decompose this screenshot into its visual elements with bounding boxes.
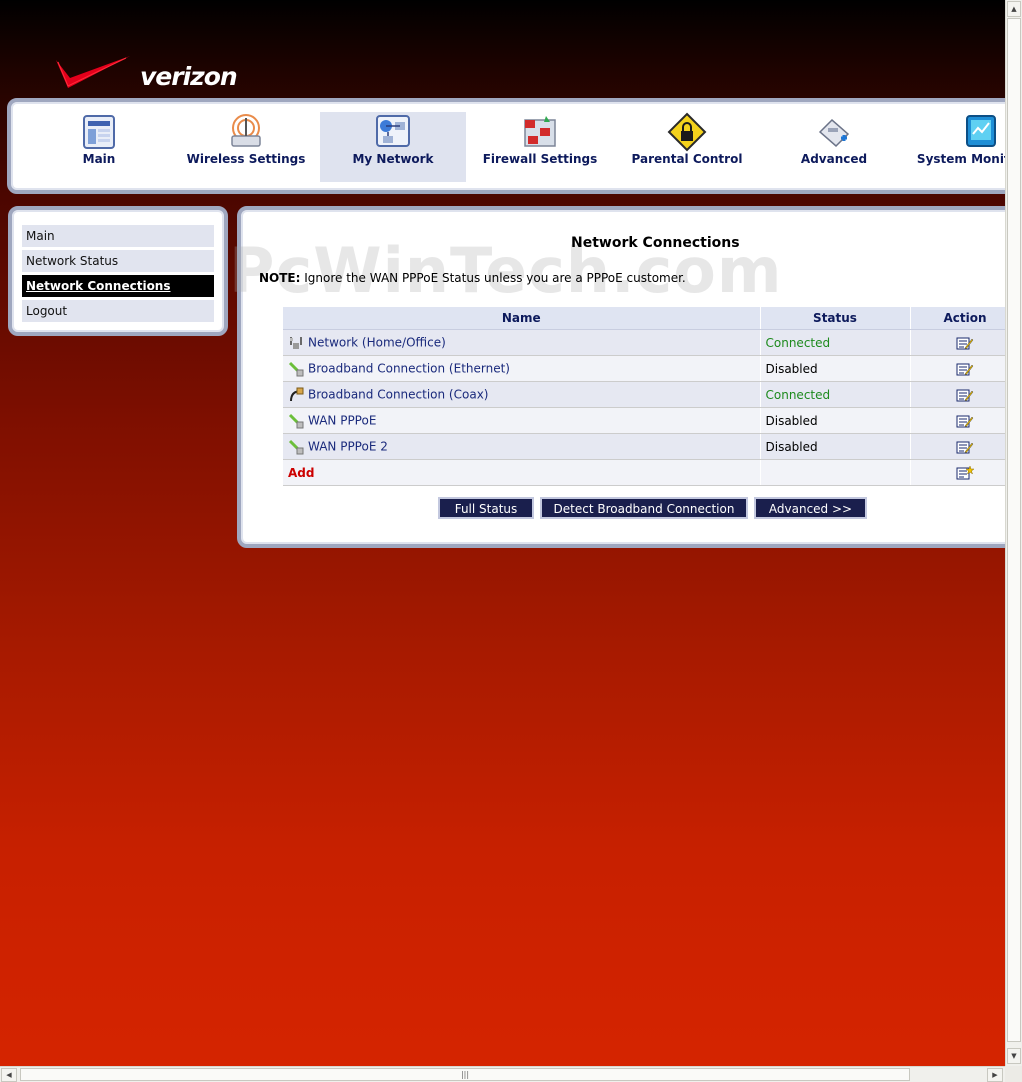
nav-firewall-settings[interactable]: Firewall Settings — [467, 112, 613, 182]
horizontal-scroll-thumb[interactable]: ||| — [20, 1068, 910, 1081]
sidebar-item-network-connections[interactable]: Network Connections — [22, 275, 214, 297]
connection-name-cell: WAN PPPoE — [283, 407, 761, 434]
sidebar-item-network-status[interactable]: Network Status — [22, 250, 214, 272]
connection-name-cell: Network (Home/Office) — [283, 329, 761, 356]
edit-icon[interactable] — [956, 361, 974, 377]
page-title: Network Connections — [571, 235, 740, 251]
detect-broadband-button[interactable]: Detect Broadband Connection — [540, 497, 748, 519]
connection-name-cell: Broadband Connection (Ethernet) — [283, 355, 761, 382]
nav-parental-control[interactable]: Parental Control — [614, 112, 760, 182]
coax-cable-icon — [290, 387, 304, 401]
system-monitoring-icon — [966, 115, 996, 147]
connection-name-cell: WAN PPPoE 2 — [283, 433, 761, 460]
sidebar-item-logout[interactable]: Logout — [22, 300, 214, 322]
nav-label: Parental Control — [631, 152, 743, 166]
scroll-up-icon[interactable]: ▲ — [1007, 1, 1021, 17]
nav-system-monitoring[interactable]: System Monitoring — [908, 112, 1005, 182]
vertical-scroll-thumb[interactable] — [1007, 18, 1021, 1042]
nav-label: System Monitoring — [916, 152, 1005, 166]
nav-label: My Network — [352, 152, 434, 166]
note-prefix: NOTE: — [259, 271, 301, 285]
add-new-icon[interactable] — [956, 464, 974, 481]
nav-label: Firewall Settings — [482, 152, 598, 166]
status-cell-empty — [760, 459, 911, 486]
ethernet-cable-icon — [288, 361, 304, 376]
table-row: WAN PPPoE Disabled — [283, 407, 1005, 434]
edit-icon[interactable] — [956, 413, 974, 429]
note-text: NOTE: Ignore the WAN PPPoE Status unless… — [259, 271, 686, 285]
connection-link[interactable]: Network (Home/Office) — [308, 335, 446, 349]
nav-wireless-settings[interactable]: Wireless Settings — [173, 112, 319, 182]
connection-link[interactable]: WAN PPPoE — [308, 413, 376, 427]
status-cell: Disabled — [760, 433, 911, 460]
action-cell — [910, 329, 1005, 356]
main-icon — [83, 115, 115, 149]
vertical-scrollbar[interactable]: ▲ ▼ — [1005, 0, 1022, 1066]
edit-icon[interactable] — [956, 387, 974, 403]
nav-main[interactable]: Main — [26, 112, 172, 182]
add-link[interactable]: Add — [283, 459, 761, 486]
table-row: Network (Home/Office) Connected — [283, 329, 1005, 356]
status-cell: Disabled — [760, 355, 911, 382]
nav-my-network[interactable]: My Network — [320, 112, 466, 182]
status-cell: Connected — [760, 329, 911, 356]
ethernet-cable-icon — [288, 413, 304, 428]
status-cell: Disabled — [760, 407, 911, 434]
connection-link[interactable]: Broadband Connection (Ethernet) — [308, 361, 510, 375]
sidebar-item-main[interactable]: Main — [22, 225, 214, 247]
main-panel: PcWinTech.com Network Connections NOTE: … — [229, 206, 1005, 548]
verizon-logo: verizon — [52, 52, 240, 94]
nav-label: Main — [82, 152, 116, 166]
table-row-add: Add — [283, 459, 1005, 486]
advanced-button[interactable]: Advanced >> — [754, 497, 867, 519]
advanced-icon — [818, 118, 850, 148]
action-cell — [910, 433, 1005, 460]
parental-lock-icon — [667, 112, 707, 152]
wireless-icon — [231, 114, 261, 147]
nav-label: Advanced — [800, 152, 868, 166]
nav-label: Wireless Settings — [186, 152, 306, 166]
edit-icon[interactable] — [956, 439, 974, 455]
nav-advanced[interactable]: Advanced — [761, 112, 907, 182]
note-body: Ignore the WAN PPPoE Status unless you a… — [300, 271, 686, 285]
column-header-action: Action — [910, 307, 1005, 330]
scroll-left-icon[interactable]: ◀ — [1, 1068, 17, 1082]
action-cell — [910, 407, 1005, 434]
connection-link[interactable]: Broadband Connection (Coax) — [308, 387, 488, 401]
horizontal-scrollbar[interactable]: ◀ ||| ▶ — [0, 1066, 1005, 1082]
scrollbar-corner — [1005, 1066, 1022, 1082]
sidebar-menu: Main Network Status Network Connections … — [8, 206, 228, 336]
action-cell — [910, 381, 1005, 408]
top-navigation: Main Wireless Settings My Network Firewa… — [7, 98, 1005, 194]
scroll-right-icon[interactable]: ▶ — [987, 1068, 1003, 1082]
page-background: verizon Main Wireless Settings My Networ… — [0, 0, 1005, 1066]
action-cell — [910, 459, 1005, 486]
logo-text: verizon — [140, 62, 238, 91]
edit-icon[interactable] — [956, 335, 974, 351]
connection-name-cell: Broadband Connection (Coax) — [283, 381, 761, 408]
table-row: Broadband Connection (Coax) Connected — [283, 381, 1005, 408]
table-row: WAN PPPoE 2 Disabled — [283, 433, 1005, 460]
ethernet-cable-icon — [288, 439, 304, 454]
connections-table: Name Status Action Network (Home/Office)… — [283, 307, 1005, 486]
column-header-status: Status — [760, 307, 911, 330]
status-cell: Connected — [760, 381, 911, 408]
connection-link[interactable]: WAN PPPoE 2 — [308, 439, 388, 453]
column-header-name: Name — [283, 307, 761, 330]
network-home-icon — [290, 336, 302, 349]
firewall-icon — [524, 116, 556, 147]
full-status-button[interactable]: Full Status — [438, 497, 534, 519]
my-network-icon — [376, 115, 410, 147]
scroll-down-icon[interactable]: ▼ — [1007, 1048, 1021, 1064]
table-row: Broadband Connection (Ethernet) Disabled — [283, 355, 1005, 382]
action-cell — [910, 355, 1005, 382]
table-header-row: Name Status Action — [283, 307, 1005, 330]
